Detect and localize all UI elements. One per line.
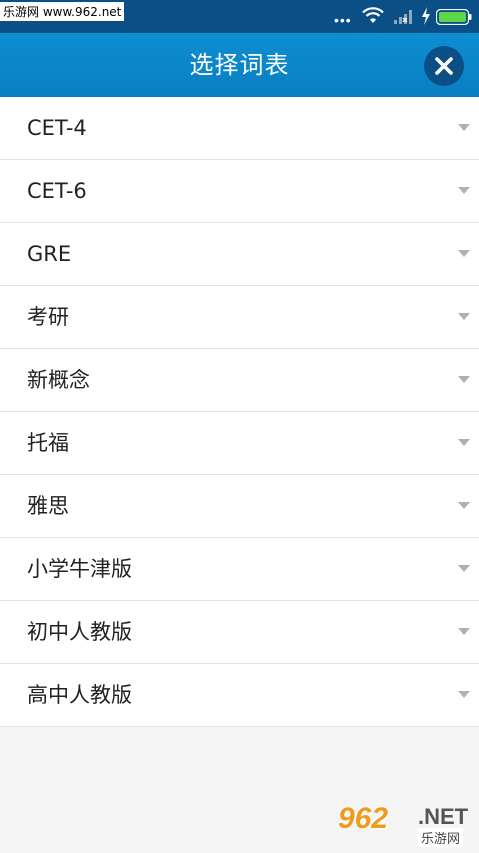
chevron-down-icon [458, 124, 470, 131]
list-item-label: 托福 [27, 431, 69, 455]
list-item-senior-pep[interactable]: 高中人教版 [0, 664, 479, 727]
list-item-junior-pep[interactable]: 初中人教版 [0, 601, 479, 664]
list-item-new-concept[interactable]: 新概念 [0, 349, 479, 412]
watermark-logo: 962 .NET 乐游网 [338, 800, 472, 848]
watermark-suffix: .NET [418, 804, 469, 829]
list-item-label: 新概念 [27, 368, 90, 392]
list-item-label: 雅思 [27, 494, 69, 518]
list-item-primary-oxford[interactable]: 小学牛津版 [0, 538, 479, 601]
list-item-label: 小学牛津版 [27, 557, 132, 581]
chevron-down-icon [458, 187, 470, 194]
battery-icon [435, 8, 472, 29]
app-header: 选择词表 [0, 33, 479, 97]
list-item-gre[interactable]: GRE [0, 223, 479, 286]
charging-icon [421, 7, 431, 29]
list-item-label: CET-4 [27, 116, 87, 140]
list-item-label: 高中人教版 [27, 683, 132, 707]
watermark-top: 乐游网 www.962.net [0, 2, 125, 21]
list-item-cet6[interactable]: CET-6 [0, 160, 479, 223]
wordlist-list: CET-4 CET-6 GRE 考研 新概念 托福 雅思 小学牛津版 初中人教版… [0, 97, 479, 727]
wifi-icon [361, 6, 385, 28]
status-bar: 15:02 乐游网 www.962.net ••• [0, 0, 479, 33]
list-item-label: CET-6 [27, 179, 87, 203]
watermark-site: 乐游网 [418, 828, 464, 847]
chevron-down-icon [458, 628, 470, 635]
list-item-cet4[interactable]: CET-4 [0, 97, 479, 160]
chevron-down-icon [458, 439, 470, 446]
list-item-toefl[interactable]: 托福 [0, 412, 479, 475]
chevron-down-icon [458, 250, 470, 257]
chevron-down-icon [458, 691, 470, 698]
list-item-label: GRE [27, 242, 72, 266]
list-item-label: 初中人教版 [27, 620, 132, 644]
chevron-down-icon [458, 376, 470, 383]
notification-dots: ••• [334, 12, 352, 28]
list-item-kaoyan[interactable]: 考研 [0, 286, 479, 349]
list-item-ielts[interactable]: 雅思 [0, 475, 479, 538]
page-title: 选择词表 [189, 51, 290, 79]
close-icon [435, 57, 453, 75]
chevron-down-icon [458, 565, 470, 572]
close-button[interactable] [424, 46, 464, 86]
chevron-down-icon [458, 313, 470, 320]
chevron-down-icon [458, 502, 470, 509]
list-item-label: 考研 [27, 305, 69, 329]
watermark-number: 962 [338, 802, 389, 835]
signal-icon [393, 8, 415, 28]
